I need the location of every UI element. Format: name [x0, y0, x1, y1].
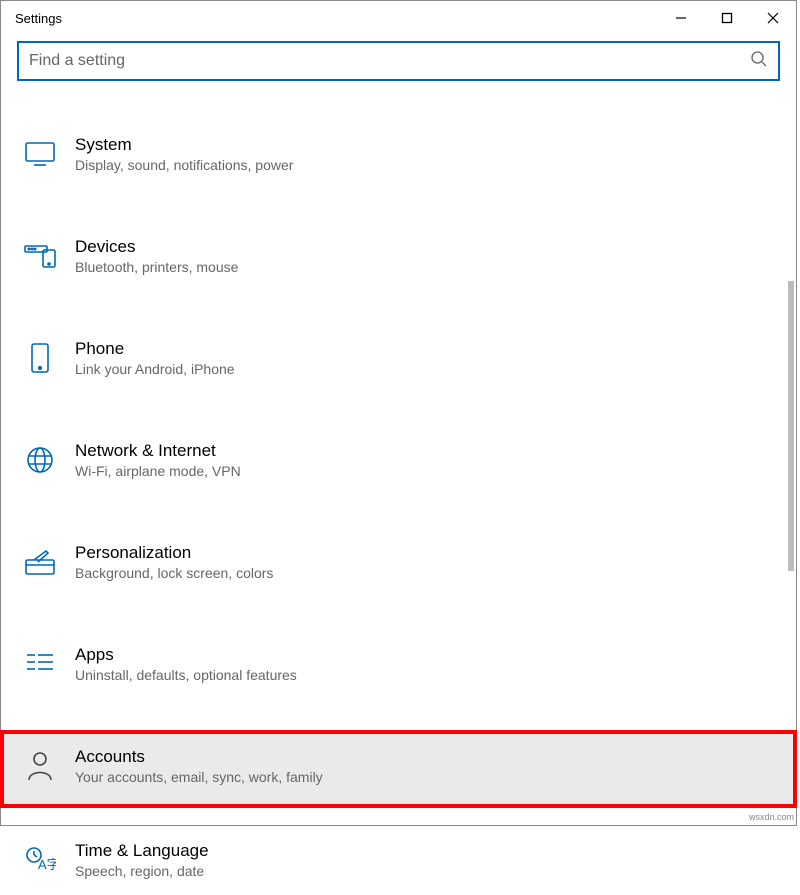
category-apps[interactable]: Apps Uninstall, defaults, optional featu… — [1, 629, 796, 699]
category-desc: Background, lock screen, colors — [75, 565, 273, 581]
time-language-icon: A字 — [23, 843, 57, 877]
system-icon — [23, 137, 57, 171]
search-icon — [750, 50, 768, 73]
titlebar: Settings — [1, 1, 796, 35]
svg-text:A字: A字 — [38, 857, 56, 872]
category-text: Devices Bluetooth, printers, mouse — [75, 237, 238, 275]
settings-window: Settings System — [0, 0, 797, 826]
devices-icon — [23, 239, 57, 273]
category-text: Apps Uninstall, defaults, optional featu… — [75, 645, 297, 683]
category-list: System Display, sound, notifications, po… — [1, 119, 796, 895]
category-title: Apps — [75, 645, 297, 665]
search-box[interactable] — [17, 41, 780, 81]
category-title: Network & Internet — [75, 441, 241, 461]
category-title: Personalization — [75, 543, 273, 563]
category-text: Time & Language Speech, region, date — [75, 841, 209, 879]
search-input[interactable] — [29, 52, 750, 70]
category-text: Accounts Your accounts, email, sync, wor… — [75, 747, 323, 785]
category-desc: Wi-Fi, airplane mode, VPN — [75, 463, 241, 479]
category-system[interactable]: System Display, sound, notifications, po… — [1, 119, 796, 189]
category-desc: Link your Android, iPhone — [75, 361, 235, 377]
category-desc: Bluetooth, printers, mouse — [75, 259, 238, 275]
category-text: Phone Link your Android, iPhone — [75, 339, 235, 377]
vertical-scrollbar[interactable] — [788, 281, 794, 571]
category-time-language[interactable]: A字 Time & Language Speech, region, date — [1, 825, 796, 895]
category-network[interactable]: Network & Internet Wi-Fi, airplane mode,… — [1, 425, 796, 495]
category-desc: Your accounts, email, sync, work, family — [75, 769, 323, 785]
category-text: System Display, sound, notifications, po… — [75, 135, 293, 173]
category-title: Devices — [75, 237, 238, 257]
category-title: Accounts — [75, 747, 323, 767]
category-text: Network & Internet Wi-Fi, airplane mode,… — [75, 441, 241, 479]
category-title: Phone — [75, 339, 235, 359]
globe-icon — [23, 443, 57, 477]
category-personalization[interactable]: Personalization Background, lock screen,… — [1, 527, 796, 597]
attribution-text: wsxdn.com — [749, 812, 794, 822]
category-desc: Uninstall, defaults, optional features — [75, 667, 297, 683]
category-title: Time & Language — [75, 841, 209, 861]
window-controls — [658, 2, 796, 34]
window-title: Settings — [1, 11, 658, 26]
category-phone[interactable]: Phone Link your Android, iPhone — [1, 323, 796, 393]
phone-icon — [23, 341, 57, 375]
category-desc: Speech, region, date — [75, 863, 209, 879]
paintbrush-icon — [23, 545, 57, 579]
category-text: Personalization Background, lock screen,… — [75, 543, 273, 581]
category-title: System — [75, 135, 293, 155]
category-accounts[interactable]: Accounts Your accounts, email, sync, wor… — [1, 731, 796, 807]
apps-icon — [23, 647, 57, 681]
maximize-button[interactable] — [704, 2, 750, 34]
search-container — [1, 35, 796, 81]
close-button[interactable] — [750, 2, 796, 34]
person-icon — [23, 749, 57, 783]
category-devices[interactable]: Devices Bluetooth, printers, mouse — [1, 221, 796, 291]
minimize-button[interactable] — [658, 2, 704, 34]
category-desc: Display, sound, notifications, power — [75, 157, 293, 173]
